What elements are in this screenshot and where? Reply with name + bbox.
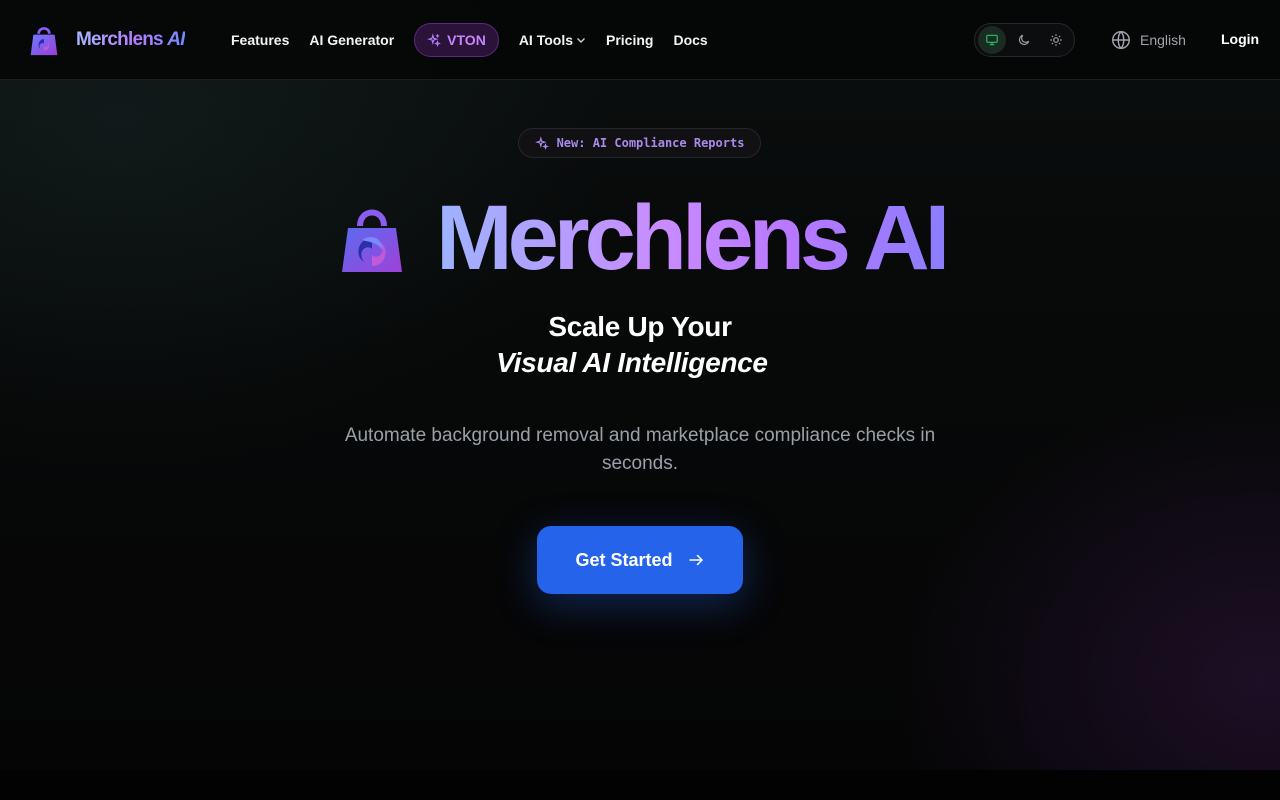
nav-link-features[interactable]: Features [221, 32, 299, 48]
chevron-down-icon [577, 38, 585, 43]
hero-description: Automate background removal and marketpl… [344, 425, 936, 474]
sun-icon [1050, 34, 1062, 46]
sparkles-icon [534, 136, 549, 150]
hero-tagline-line1: Scale Up Your [548, 311, 732, 342]
moon-icon [1019, 34, 1030, 45]
theme-dark-button[interactable] [1010, 26, 1038, 54]
nav-link-docs[interactable]: Docs [663, 32, 717, 48]
cta-label: Get Started [575, 549, 673, 570]
brand-logo-icon [30, 27, 58, 56]
hero-brand-name: Merchlens AI [436, 187, 950, 289]
hero-title: Merchlens AI [340, 187, 950, 289]
top-navbar: Merchlens AI Features AI Generator VTON … [0, 0, 1280, 80]
announcement-badge[interactable]: New: AI Compliance Reports [518, 128, 761, 158]
language-selector[interactable]: English [1110, 28, 1186, 52]
page-background [0, 0, 1280, 770]
nav-dropdown-ai-tools[interactable]: AI Tools [509, 32, 596, 48]
badge-text: New: AI Compliance Reports [556, 136, 745, 150]
brand-name: Merchlens AI [76, 29, 185, 50]
brand-link[interactable]: Merchlens AI [28, 22, 185, 58]
nav-link-vton[interactable]: VTON [414, 23, 499, 57]
ai-tools-label: AI Tools [518, 32, 573, 48]
hero-logo-icon [342, 209, 402, 272]
monitor-icon [986, 34, 998, 46]
sparkles-icon [427, 33, 442, 47]
hero-tagline-line2: Visual AI Intelligence [496, 347, 768, 378]
theme-light-button[interactable] [1042, 26, 1070, 54]
globe-icon [1112, 30, 1130, 50]
language-label: English [1140, 32, 1186, 48]
vton-label: VTON [447, 32, 486, 48]
nav-link-ai-generator[interactable]: AI Generator [299, 32, 404, 48]
nav-link-pricing[interactable]: Pricing [596, 32, 663, 48]
footer-strip [0, 770, 1280, 800]
theme-switcher [974, 23, 1075, 57]
theme-system-button[interactable] [978, 26, 1006, 54]
get-started-button[interactable]: Get Started [537, 526, 743, 594]
login-link[interactable]: Login [1221, 31, 1259, 47]
main-nav: Features AI Generator VTON AI Tools Pric… [221, 23, 718, 57]
arrow-right-icon [688, 554, 703, 566]
